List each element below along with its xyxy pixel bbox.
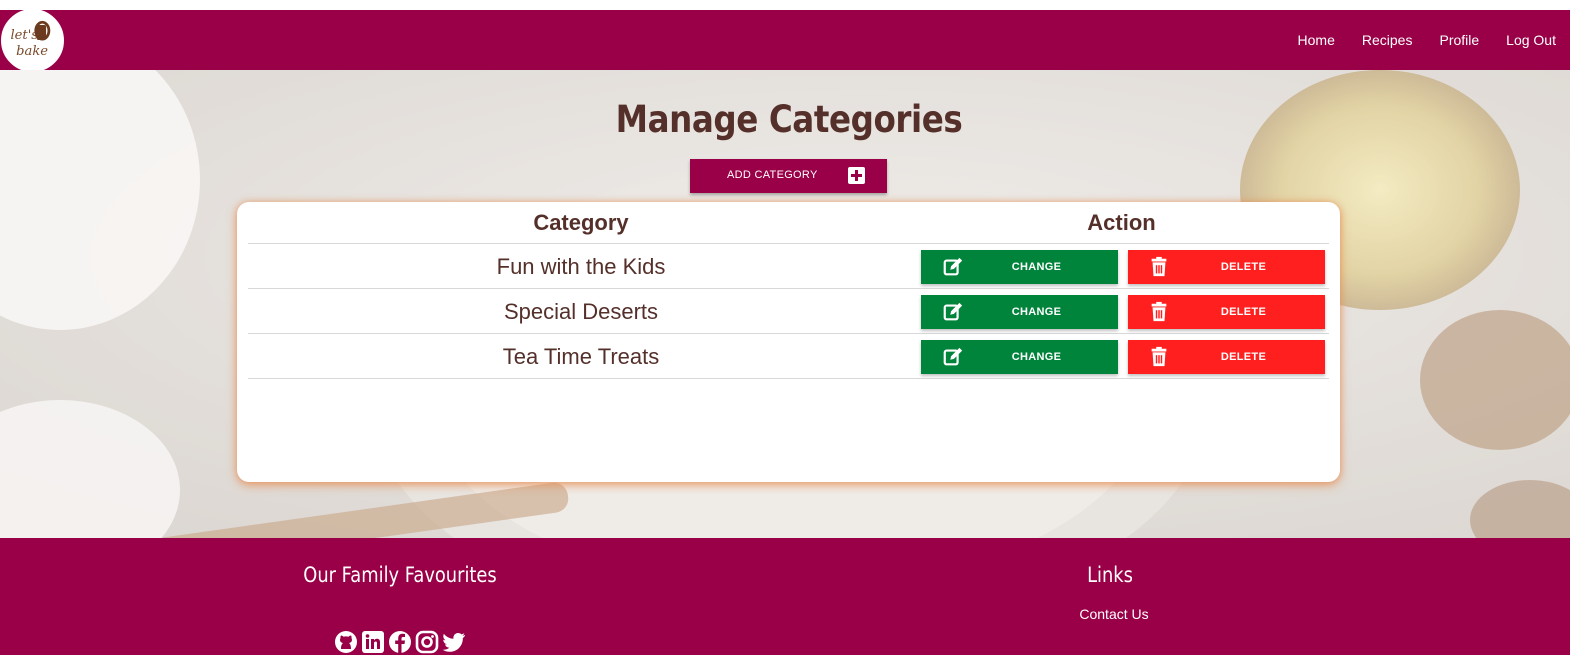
table-row: Tea Time Treats CHANGE DELETE — [248, 334, 1329, 379]
categories-table: Category Action Fun with the Kids CHANGE — [248, 202, 1329, 379]
page-title: Manage Categories — [615, 98, 963, 141]
categories-card: Category Action Fun with the Kids CHANGE — [237, 202, 1340, 482]
edit-icon — [943, 347, 963, 366]
category-name: Fun with the Kids — [496, 254, 666, 279]
change-label: CHANGE — [1011, 261, 1062, 273]
logo[interactable]: let's bake — [1, 9, 64, 72]
table-header: Category Action — [248, 202, 1329, 244]
add-category-button[interactable]: ADD CATEGORY — [690, 159, 887, 193]
footer: Our Family Favourites Links Contact Us — [0, 538, 1570, 655]
navbar: let's bake Home Recipes Profile Log Out — [0, 9, 1570, 72]
instagram-icon[interactable] — [415, 630, 439, 654]
delete-label: DELETE — [1220, 261, 1267, 273]
action-header: Action — [1087, 210, 1156, 235]
delete-button[interactable]: DELETE — [1128, 340, 1325, 374]
change-button[interactable]: CHANGE — [921, 295, 1118, 329]
category-name: Special Deserts — [503, 299, 659, 324]
nav-recipes[interactable]: Recipes — [1362, 32, 1413, 48]
svg-text:let's: let's — [10, 28, 38, 43]
svg-text:bake: bake — [16, 44, 48, 59]
logo-icon: let's bake — [3, 11, 62, 70]
change-label: CHANGE — [1011, 306, 1062, 318]
table-row: Fun with the Kids CHANGE DELETE — [248, 244, 1329, 289]
trash-icon — [1151, 346, 1167, 367]
nav-home[interactable]: Home — [1298, 32, 1335, 48]
add-category-label: ADD CATEGORY — [727, 169, 818, 181]
delete-button[interactable]: DELETE — [1128, 250, 1325, 284]
category-name: Tea Time Treats — [502, 344, 660, 369]
trash-icon — [1151, 256, 1167, 277]
trash-icon — [1151, 301, 1167, 322]
footer-links-title: Links — [1087, 563, 1133, 587]
table-row: Special Deserts CHANGE DELETE — [248, 289, 1329, 334]
nav-profile[interactable]: Profile — [1439, 32, 1479, 48]
social-icons — [334, 630, 469, 654]
category-header: Category — [533, 210, 629, 235]
plus-square-icon — [848, 167, 865, 184]
nav-links: Home Recipes Profile Log Out — [1271, 10, 1556, 70]
footer-left-title: Our Family Favourites — [303, 563, 497, 587]
change-label: CHANGE — [1011, 351, 1062, 363]
top-strip — [0, 0, 1570, 10]
delete-button[interactable]: DELETE — [1128, 295, 1325, 329]
edit-icon — [943, 257, 963, 276]
twitter-icon[interactable] — [442, 630, 466, 654]
github-icon[interactable] — [334, 630, 358, 654]
change-button[interactable]: CHANGE — [921, 250, 1118, 284]
facebook-icon[interactable] — [388, 630, 412, 654]
edit-icon — [943, 302, 963, 321]
change-button[interactable]: CHANGE — [921, 340, 1118, 374]
delete-label: DELETE — [1220, 306, 1267, 318]
nav-logout[interactable]: Log Out — [1506, 32, 1556, 48]
linkedin-icon[interactable] — [361, 630, 385, 654]
delete-label: DELETE — [1220, 351, 1267, 363]
contact-us-link[interactable]: Contact Us — [1040, 606, 1188, 622]
